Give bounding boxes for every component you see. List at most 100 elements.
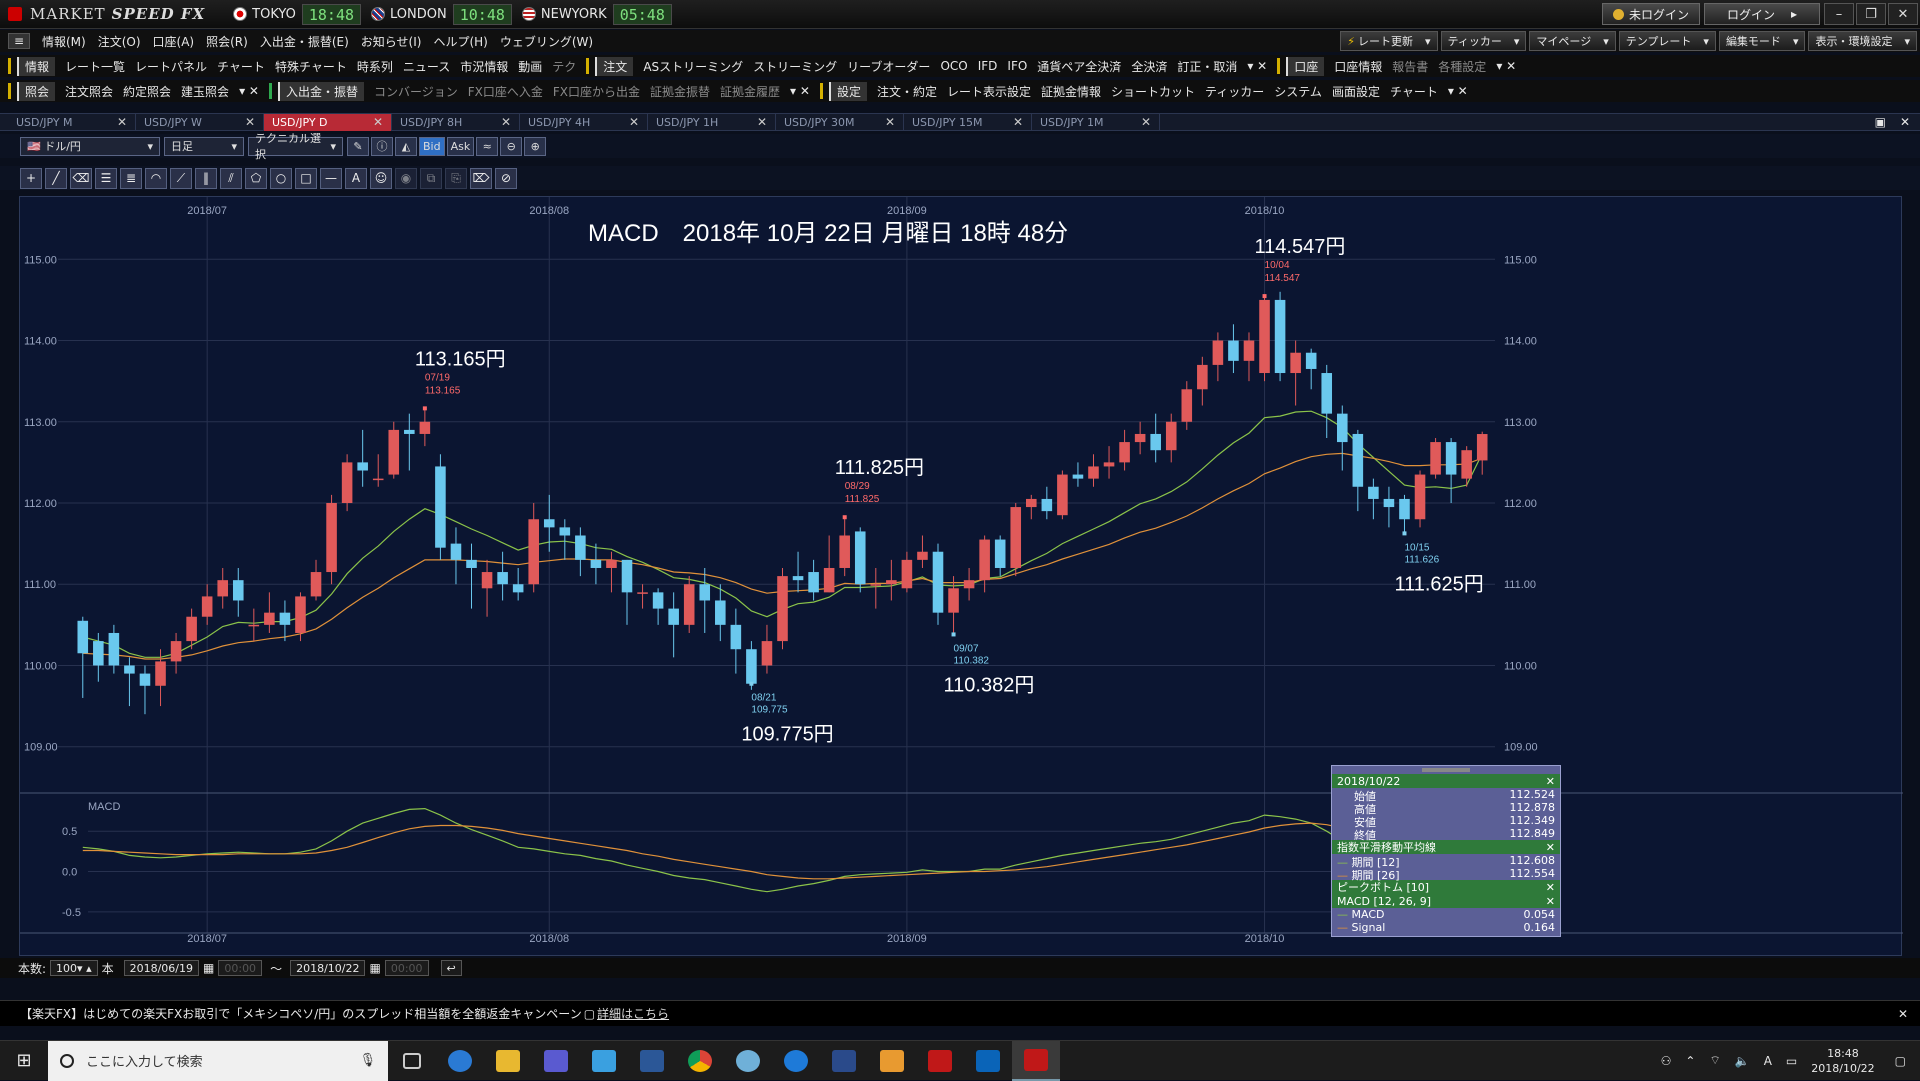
- chart-panel[interactable]: 2018/07 2018/07 2018/08 2018/08 2018/09 2018/…: [19, 196, 1903, 957]
- circle-icon[interactable]: ○: [270, 167, 292, 189]
- toolbar-fx-withdraw[interactable]: FX口座から出金: [553, 83, 640, 100]
- promo-link[interactable]: 詳細はこちら: [597, 1005, 669, 1022]
- from-date-field[interactable]: 2018/06/19: [123, 960, 200, 976]
- toolbar-ifo[interactable]: IFO: [1007, 59, 1027, 73]
- toolbar-ifd[interactable]: IFD: [978, 59, 998, 73]
- toolbar-margin-history[interactable]: 証拠金履歴: [720, 83, 780, 100]
- close-icon[interactable]: ✕: [1546, 775, 1555, 788]
- chart-type-icon[interactable]: ≈: [476, 136, 499, 156]
- toolbar-fx-deposit[interactable]: FX口座へ入金: [468, 83, 543, 100]
- close-icon[interactable]: ✕: [1546, 895, 1555, 908]
- menu-help[interactable]: ヘルプ(H): [433, 33, 487, 50]
- calculator-icon[interactable]: [532, 1041, 580, 1081]
- toolbar-order-inquiry[interactable]: 注文照会: [65, 83, 113, 100]
- toolbar-cancel[interactable]: 訂正・取消: [1177, 58, 1237, 75]
- menu-deposit[interactable]: 入出金・振替(E): [260, 33, 349, 50]
- tray-chevron-icon[interactable]: ⌃: [1685, 1054, 1695, 1068]
- tab-close-icon[interactable]: ✕: [501, 115, 511, 129]
- tab-close-icon[interactable]: ✕: [885, 115, 895, 129]
- app-orange-icon[interactable]: [868, 1041, 916, 1081]
- store-icon[interactable]: [580, 1041, 628, 1081]
- chart-tab[interactable]: USD/JPY W ✕: [136, 113, 264, 131]
- dropdown-icon[interactable]: ▾ ✕: [1247, 59, 1267, 73]
- notifications-icon[interactable]: ▢: [1895, 1054, 1906, 1068]
- edge-icon[interactable]: [772, 1041, 820, 1081]
- marketspeed-icon[interactable]: [916, 1041, 964, 1081]
- chrome-icon[interactable]: [676, 1041, 724, 1081]
- toolbar-screen[interactable]: 画面設定: [1332, 83, 1380, 100]
- toolbar-timeseries[interactable]: 時系列: [357, 58, 393, 75]
- toolbar-report[interactable]: 報告書: [1392, 58, 1428, 75]
- toolbar-leave-order[interactable]: リーブオーダー: [847, 58, 930, 75]
- ime-indicator[interactable]: A: [1764, 1054, 1772, 1068]
- paint-icon[interactable]: [724, 1041, 772, 1081]
- toolbar-rate-list[interactable]: レート一覧: [65, 58, 125, 75]
- file-explorer-icon[interactable]: [484, 1041, 532, 1081]
- currency-pair-select[interactable]: 🇺🇸 ドル/円 ▾: [20, 136, 160, 156]
- chart-tab[interactable]: USD/JPY 30M ✕: [776, 113, 904, 131]
- menu-notice[interactable]: お知らせ(I): [361, 33, 422, 50]
- toolbar-market-info[interactable]: 市況情報: [460, 58, 508, 75]
- vertical-lines-icon[interactable]: ‖: [195, 167, 217, 189]
- from-time-field[interactable]: 00:00: [218, 960, 263, 976]
- windows-start-icon[interactable]: ⊞: [0, 1041, 48, 1081]
- toolbar-oco[interactable]: OCO: [940, 59, 967, 73]
- period-select[interactable]: 日足 ▾: [164, 136, 244, 156]
- candlestick-chart[interactable]: 2018/07 2018/07 2018/08 2018/08 2018/09 2018/…: [20, 197, 1903, 957]
- toolbar-settings-label[interactable]: 設定: [828, 81, 867, 101]
- tab-close-icon[interactable]: ✕: [373, 115, 383, 129]
- toolbar-position-inquiry[interactable]: 建玉照会: [181, 83, 229, 100]
- reset-range-icon[interactable]: ↩: [440, 960, 462, 976]
- icon-stamp-icon[interactable]: ☺: [370, 167, 392, 189]
- menu-inquiry[interactable]: 照会(R): [206, 33, 248, 50]
- fan-icon[interactable]: ⟋: [170, 167, 192, 189]
- delete-drawing-icon[interactable]: ⌦: [470, 167, 492, 189]
- tab-close-icon[interactable]: ✕: [629, 115, 639, 129]
- copy-icon[interactable]: ⧉: [420, 167, 442, 189]
- toolbar-conversion[interactable]: コンバージョン: [374, 83, 458, 100]
- toolbar-pair-settle[interactable]: 通貨ペア全決済: [1037, 58, 1121, 75]
- edit-mode-button[interactable]: 編集モード ▾: [1718, 31, 1806, 51]
- drag-handle[interactable]: [1422, 768, 1470, 772]
- taskbar-clock[interactable]: 18:48 2018/10/22: [1811, 1046, 1874, 1076]
- eraser-icon[interactable]: ⌫: [70, 167, 92, 189]
- rate-update-button[interactable]: ⚡ レート更新 ▾: [1340, 31, 1438, 51]
- toolbar-chart[interactable]: チャート: [217, 58, 265, 75]
- technical-select[interactable]: テクニカル選択 ▾: [248, 132, 343, 161]
- chart-tab[interactable]: USD/JPY 1M ✕: [1032, 113, 1160, 131]
- dropdown-icon[interactable]: ▾ ✕: [790, 84, 810, 98]
- horizontal-lines-icon[interactable]: ☰: [95, 167, 117, 189]
- volume-icon[interactable]: 🔈: [1735, 1054, 1750, 1068]
- restore-button[interactable]: ❐: [1856, 3, 1886, 25]
- toolbar-account-info[interactable]: 口座情報: [1334, 58, 1382, 75]
- toolbar-system[interactable]: システム: [1274, 83, 1322, 100]
- close-chart-icon[interactable]: ✕: [1900, 115, 1910, 129]
- action-center-icon[interactable]: ▭: [1786, 1054, 1797, 1068]
- tab-close-icon[interactable]: ✕: [245, 115, 255, 129]
- data-window[interactable]: 2018/10/22 ✕ 始値 112.524 高値 112.878 安値 112.349 終…: [1331, 765, 1561, 937]
- taskbar-search[interactable]: ここに入力して検索 🎙: [48, 1040, 388, 1081]
- area-chart-icon[interactable]: ◭: [395, 136, 417, 156]
- toolbar-chart-settings[interactable]: チャート: [1390, 83, 1438, 100]
- trendline-icon[interactable]: ╱: [45, 167, 67, 189]
- chart-tab[interactable]: USD/JPY 8H ✕: [392, 113, 520, 131]
- toolbar-deposit-label[interactable]: 入出金・振替: [277, 81, 364, 101]
- zoom-out-icon[interactable]: ⊖: [500, 136, 523, 156]
- text-icon[interactable]: A: [345, 167, 367, 189]
- toolbar-margin-transfer[interactable]: 証拠金振替: [650, 83, 710, 100]
- template-button[interactable]: テンプレート ▾: [1618, 31, 1716, 51]
- chart-tab[interactable]: USD/JPY 4H ✕: [520, 113, 648, 131]
- bar-count-select[interactable]: 100 ▾ ▴: [50, 960, 98, 976]
- camera-icon[interactable]: ◉: [395, 167, 417, 189]
- toolbar-margin-info[interactable]: 証拠金情報: [1041, 83, 1101, 100]
- ticker-button[interactable]: ティッカー ▾: [1440, 31, 1527, 51]
- pen-icon[interactable]: ✎: [347, 136, 369, 156]
- maximize-icon[interactable]: ▣: [1875, 115, 1886, 129]
- toolbar-account-label[interactable]: 口座: [1286, 56, 1325, 76]
- toolbar-exec-inquiry[interactable]: 約定照会: [123, 83, 171, 100]
- display-settings-button[interactable]: 表示・環境設定 ▾: [1808, 31, 1917, 51]
- crosshair-icon[interactable]: +: [20, 167, 42, 189]
- horizontal-line-icon[interactable]: —: [320, 167, 342, 189]
- tab-close-icon[interactable]: ✕: [1141, 115, 1151, 129]
- toolbar-rate-display[interactable]: レート表示設定: [947, 83, 1031, 100]
